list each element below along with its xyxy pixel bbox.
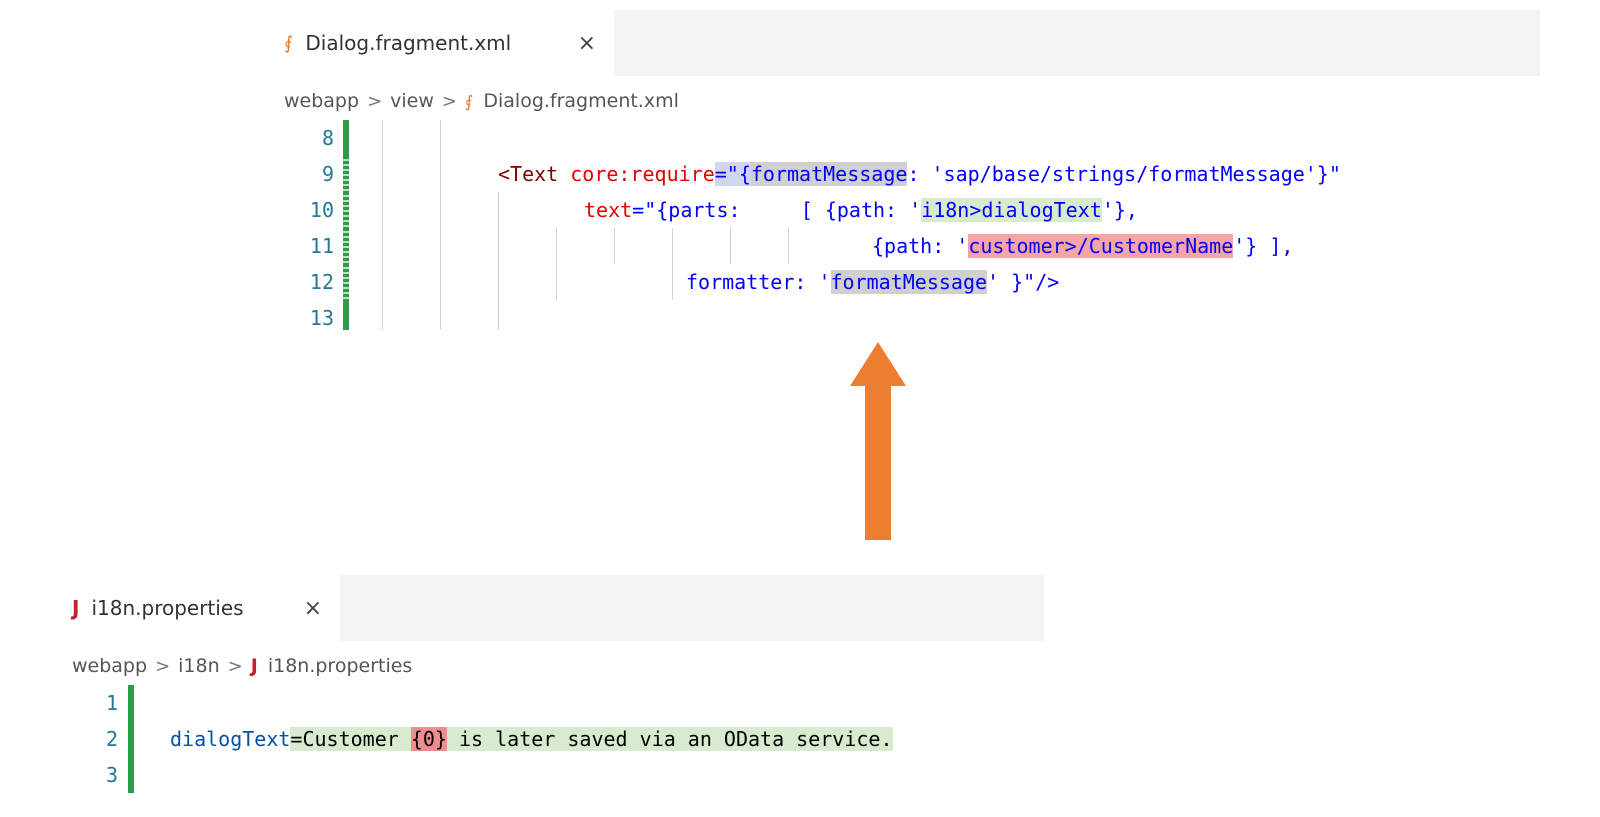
gutter-modified-marker bbox=[343, 156, 349, 192]
close-icon[interactable]: × bbox=[304, 596, 322, 621]
breadcrumb: webapp > i18n > J i18n.properties bbox=[42, 641, 1044, 691]
xml-rss-icon: ⨐ bbox=[284, 32, 294, 54]
breadcrumb: webapp > view > ⨐ Dialog.fragment.xml bbox=[254, 76, 1540, 126]
gutter-added-marker bbox=[343, 120, 349, 156]
arrow-shaft bbox=[865, 384, 891, 540]
java-properties-icon: J bbox=[72, 596, 80, 620]
line-number: 2 bbox=[105, 727, 118, 751]
code-area[interactable]: 1 2 dialogText=Customer {0} is later sav… bbox=[42, 685, 1044, 817]
breadcrumb-file[interactable]: i18n.properties bbox=[268, 655, 413, 677]
gutter-added-marker bbox=[128, 757, 134, 793]
line-number: 1 bbox=[105, 691, 118, 715]
code-text: <Text core:require="{formatMessage: 'sap… bbox=[498, 162, 1341, 186]
java-properties-icon: J bbox=[250, 655, 258, 677]
chevron-right-icon: > bbox=[155, 655, 171, 677]
code-line: 8 bbox=[254, 120, 1540, 156]
bottom-editor: J i18n.properties × webapp > i18n > J i1… bbox=[42, 575, 1044, 817]
line-number: 12 bbox=[309, 270, 334, 294]
breadcrumb-file[interactable]: Dialog.fragment.xml bbox=[483, 90, 679, 112]
tab-bar: J i18n.properties × bbox=[42, 575, 1044, 641]
gutter-added-marker bbox=[128, 721, 134, 757]
tab-i18n-properties[interactable]: J i18n.properties × bbox=[42, 575, 340, 641]
code-line: 9 <Text core:require="{formatMessage: 's… bbox=[254, 156, 1540, 192]
code-text: dialogText=Customer {0} is later saved v… bbox=[170, 727, 893, 751]
breadcrumb-webapp[interactable]: webapp bbox=[284, 90, 359, 112]
gutter-modified-marker bbox=[343, 228, 349, 264]
chevron-right-icon: > bbox=[441, 90, 458, 112]
xml-rss-icon: ⨐ bbox=[465, 91, 474, 111]
tab-label: i18n.properties bbox=[91, 596, 244, 620]
breadcrumb-i18n[interactable]: i18n bbox=[178, 655, 220, 677]
chevron-right-icon: > bbox=[367, 90, 383, 112]
top-editor: ⨐ Dialog.fragment.xml × webapp > view > … bbox=[254, 10, 1540, 330]
line-number: 13 bbox=[309, 306, 334, 330]
code-line: 3 bbox=[42, 757, 1044, 793]
code-line: 11 {path: 'customer>/CustomerName'} ], bbox=[254, 228, 1540, 264]
close-icon[interactable]: × bbox=[578, 31, 596, 56]
line-number: 10 bbox=[309, 198, 334, 222]
chevron-right-icon: > bbox=[227, 655, 243, 677]
line-number: 3 bbox=[105, 763, 118, 787]
tab-dialog-fragment[interactable]: ⨐ Dialog.fragment.xml × bbox=[254, 10, 614, 76]
code-line: 12 formatter: 'formatMessage' }"/> bbox=[254, 264, 1540, 300]
code-line: 1 bbox=[42, 685, 1044, 721]
up-arrow-icon bbox=[850, 342, 906, 540]
line-number: 9 bbox=[321, 162, 334, 186]
tab-bar: ⨐ Dialog.fragment.xml × bbox=[254, 10, 1540, 76]
line-number: 11 bbox=[309, 234, 334, 258]
line-number: 8 bbox=[321, 126, 334, 150]
code-line: 2 dialogText=Customer {0} is later saved… bbox=[42, 721, 1044, 757]
gutter-added-marker bbox=[128, 685, 134, 721]
code-area[interactable]: 8 9 <Text core:require="{formatMessage: … bbox=[254, 120, 1540, 330]
gutter-modified-marker bbox=[343, 264, 349, 300]
gutter-modified-marker bbox=[343, 192, 349, 228]
tab-label: Dialog.fragment.xml bbox=[305, 31, 512, 55]
code-line: 13 bbox=[254, 300, 1540, 330]
gutter-added-marker bbox=[343, 300, 349, 330]
code-text: formatter: 'formatMessage' }"/> bbox=[686, 270, 1060, 294]
breadcrumb-webapp[interactable]: webapp bbox=[72, 655, 147, 677]
breadcrumb-view[interactable]: view bbox=[390, 90, 434, 112]
code-text: text="{parts: [ {path: 'i18n>dialogText'… bbox=[584, 198, 1138, 222]
code-line: 10 text="{parts: [ {path: 'i18n>dialogTe… bbox=[254, 192, 1540, 228]
code-text: {path: 'customer>/CustomerName'} ], bbox=[872, 234, 1294, 258]
arrow-head bbox=[850, 342, 906, 386]
